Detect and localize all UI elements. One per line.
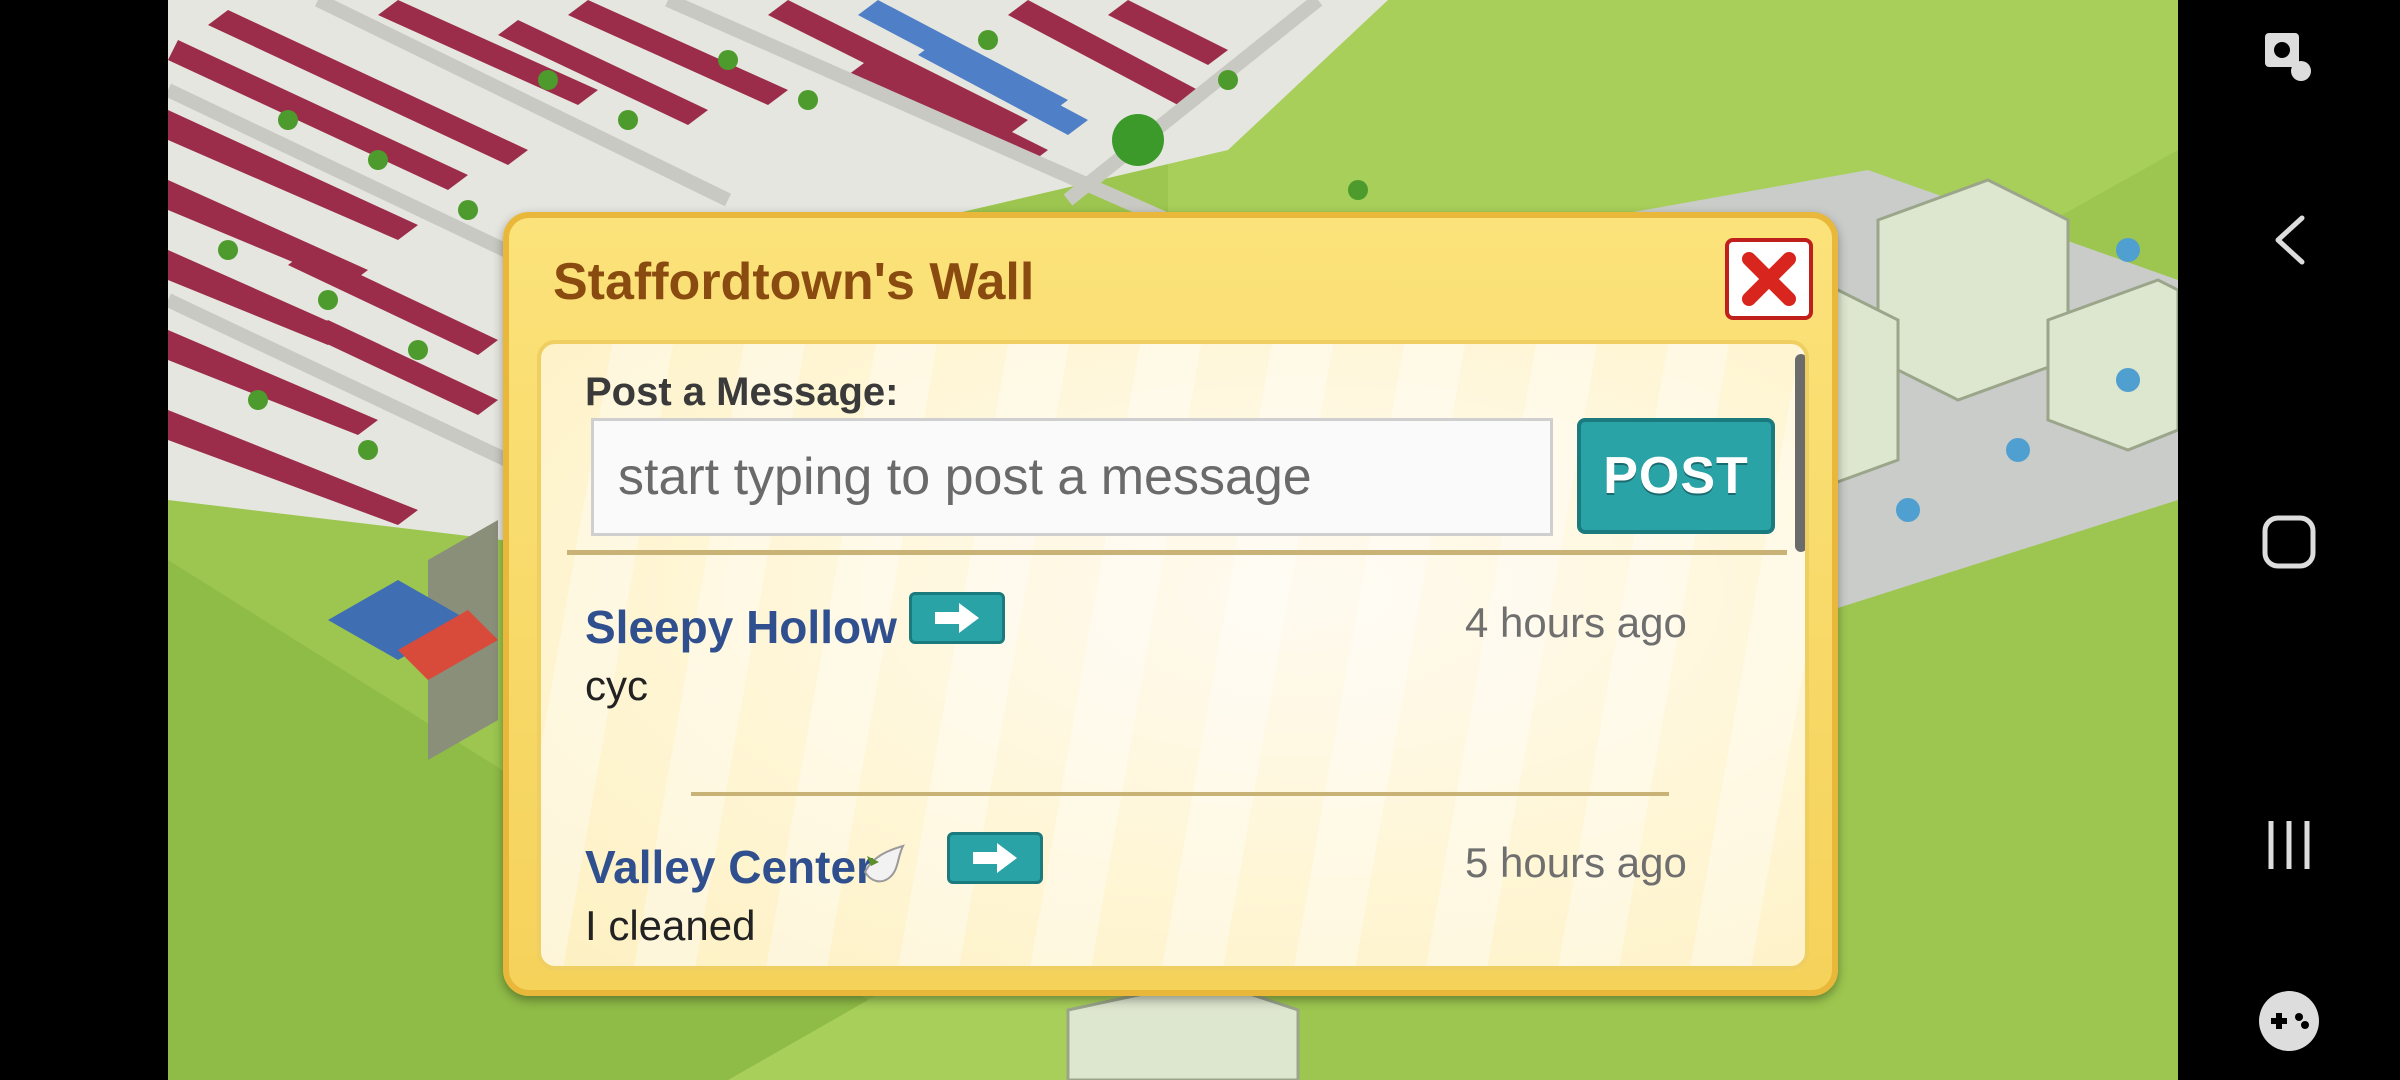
- entry-separator: [691, 792, 1669, 796]
- entry-message: cyc: [585, 662, 648, 709]
- left-letterbox: [0, 0, 168, 1080]
- close-x-icon: [1742, 252, 1796, 306]
- entry-message: I cleaned: [585, 902, 756, 949]
- message-input[interactable]: [591, 418, 1553, 536]
- android-nav-bar: [2178, 0, 2400, 1080]
- dialog-title: Staffordtown's Wall: [553, 253, 1035, 311]
- recents-icon[interactable]: [2244, 800, 2334, 890]
- visit-city-button[interactable]: [947, 832, 1043, 884]
- entry-time: 4 hours ago: [1465, 599, 1687, 646]
- scrollbar[interactable]: [1795, 354, 1805, 552]
- dove-icon: [859, 836, 911, 897]
- entry-name-valley-center[interactable]: Valley Center: [585, 840, 874, 894]
- home-icon[interactable]: [2244, 497, 2334, 587]
- wall-dialog: Staffordtown's Wall Post a Message: POST…: [503, 212, 1838, 996]
- visit-city-button[interactable]: [909, 592, 1005, 644]
- post-button[interactable]: POST: [1577, 418, 1775, 534]
- entry-time: 5 hours ago: [1465, 839, 1687, 886]
- post-message-label: Post a Message:: [585, 370, 899, 414]
- close-button[interactable]: [1725, 238, 1813, 320]
- wall-panel[interactable]: Post a Message: POST Sleepy Hollow 4 hou…: [537, 340, 1809, 970]
- divider: [567, 550, 1787, 555]
- game-controller-icon[interactable]: [2244, 976, 2334, 1066]
- arrow-right-icon: [935, 603, 979, 633]
- entry-name-sleepy-hollow[interactable]: Sleepy Hollow: [585, 600, 897, 654]
- screen-touch-icon[interactable]: [2244, 12, 2334, 102]
- arrow-right-icon: [973, 843, 1017, 873]
- back-icon[interactable]: [2244, 195, 2334, 285]
